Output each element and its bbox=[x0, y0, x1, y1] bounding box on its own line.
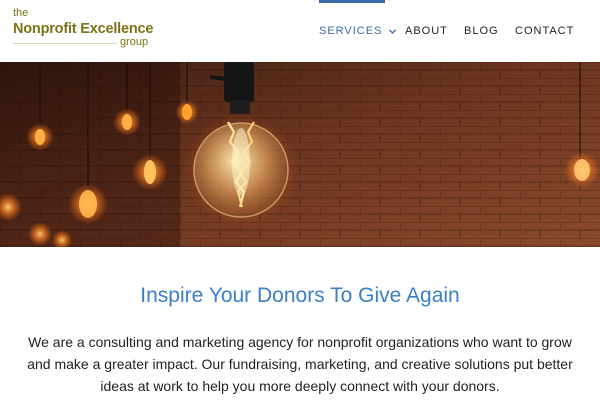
page-heading: Inspire Your Donors To Give Again bbox=[140, 284, 460, 307]
nav-label-contact: CONTACT bbox=[515, 25, 575, 37]
hero-image bbox=[0, 62, 600, 247]
logo-divider bbox=[13, 43, 117, 44]
site-header: the Nonprofit Excellence group SERVICES … bbox=[0, 0, 600, 62]
nav-item-blog[interactable]: BLOG bbox=[464, 0, 499, 62]
logo-line-group: group bbox=[120, 36, 149, 48]
nav-label-blog: BLOG bbox=[464, 25, 499, 37]
nav-item-contact[interactable]: CONTACT bbox=[515, 0, 574, 62]
nav-label-services: SERVICES bbox=[319, 25, 383, 37]
chevron-down-icon bbox=[388, 27, 397, 36]
logo-line-the: the bbox=[13, 7, 29, 19]
nav-item-services[interactable]: SERVICES bbox=[319, 0, 397, 62]
nav-item-about[interactable]: ABOUT bbox=[405, 0, 448, 62]
intro-paragraph: We are a consulting and marketing agency… bbox=[27, 334, 573, 394]
logo-line-name: Nonprofit Excellence bbox=[13, 21, 154, 37]
nav-label-about: ABOUT bbox=[405, 25, 448, 37]
site-logo[interactable]: the Nonprofit Excellence group bbox=[13, 8, 163, 50]
